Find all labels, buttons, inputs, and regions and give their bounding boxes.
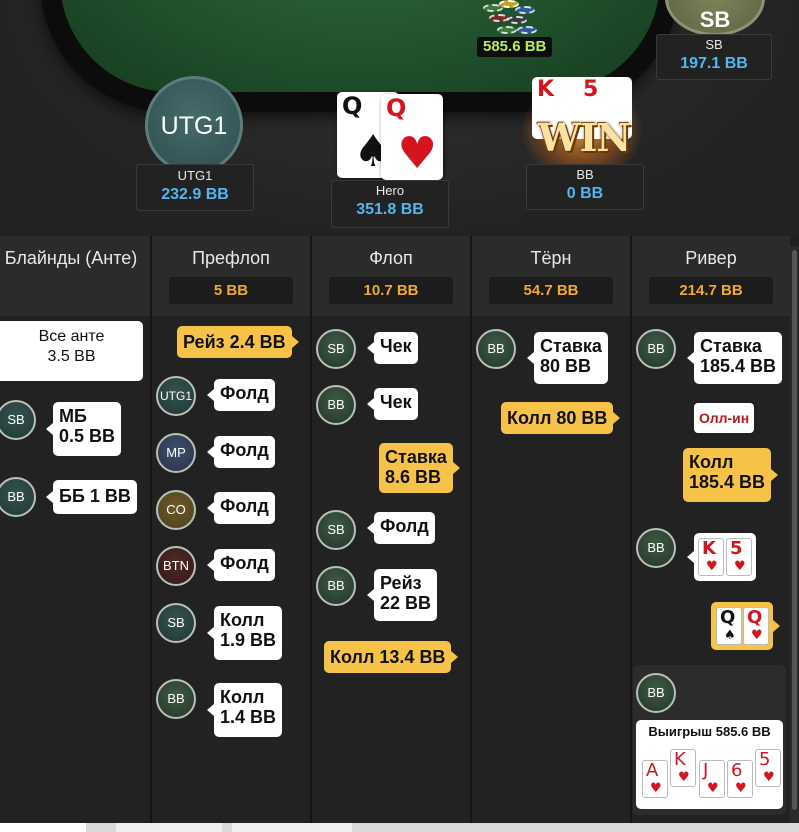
poker-table-area: 585.6 BB SB SB 197.1 BB UTG1 UTG1 232.9 …	[0, 0, 799, 235]
street-body	[0, 316, 150, 832]
action-sb-fold: Фолд	[367, 512, 435, 544]
position-badge-sb[interactable]: SB	[316, 329, 356, 369]
street-header: Блайнды (Анте)	[0, 236, 150, 316]
scrollbar-thumb[interactable]	[792, 250, 797, 810]
street-header: Ривер 214.7 BB	[632, 236, 790, 316]
street-title: Флоп	[369, 248, 413, 268]
seat-plate-utg1: UTG1 232.9 BB	[136, 164, 254, 211]
pot-total: 585.6 BB	[477, 37, 553, 57]
winnings-card: Выигрыш 585.6 BB A ♥ K ♥ J ♥ 6 ♥ 5 ♥	[636, 720, 783, 809]
hand-history-columns: Блайнды (Анте) Префлоп 5 BB Флоп 10.7 BB	[0, 236, 799, 832]
showdown-card: Q ♠	[716, 607, 742, 645]
position-badge-bb[interactable]: BB	[156, 679, 196, 719]
bb-showdown-cards: K ♥ 5 ♥	[687, 533, 756, 581]
position-badge-co[interactable]: CO	[156, 490, 196, 530]
seat-stack: 197.1 BB	[680, 55, 748, 72]
bottom-tab[interactable]	[0, 823, 86, 832]
position-badge-sb[interactable]: SB	[316, 510, 356, 550]
position-badge-bb[interactable]: BB	[476, 329, 516, 369]
hero-action-raise: Рейз 2.4 BB	[177, 326, 299, 358]
allin-badge: Олл-ин	[694, 403, 755, 433]
position-badge-bb[interactable]: BB	[636, 528, 676, 568]
position-badge-bb[interactable]: BB	[636, 673, 676, 713]
seat-plate-bb: BB 0 BB	[526, 164, 644, 210]
street-header: Флоп 10.7 BB	[312, 236, 470, 316]
hero-action-bet: Ставка 8.6 BB	[379, 443, 460, 493]
seat-avatar-utg1[interactable]: UTG1	[145, 76, 243, 174]
action-sb-check: Чек	[367, 332, 418, 364]
street-header: Префлоп 5 BB	[152, 236, 310, 316]
street-pot: 10.7 BB	[329, 277, 453, 304]
position-badge-bb[interactable]: BB	[316, 566, 356, 606]
hero-card-2: Q ♥	[381, 94, 443, 180]
street-title: Блайнды (Анте)	[4, 248, 138, 268]
board-card: K ♥	[670, 749, 696, 787]
seat-name: UTG1	[177, 168, 213, 183]
winnings-text: Выигрыш 585.6 BB	[648, 724, 771, 739]
action-bb-bet: Ставка 80 BB	[527, 332, 608, 384]
action-co-fold: Фолд	[207, 492, 275, 524]
street-pot: 54.7 BB	[489, 277, 613, 304]
ante-action: Все анте 3.5 BB	[0, 321, 143, 381]
seat-avatar-sb[interactable]: SB	[665, 0, 765, 36]
board-card: A ♥	[642, 760, 668, 798]
winner-panel: BB Выигрыш 585.6 BB A ♥ K ♥ J ♥ 6 ♥ 5 ♥	[633, 665, 786, 815]
action-bb-raise: Рейз 22 BB	[366, 569, 438, 621]
bottom-tab[interactable]	[116, 823, 222, 832]
win-badge: WIN	[537, 115, 631, 160]
board-card: 5 ♥	[755, 749, 781, 787]
street-column-turn: Тёрн 54.7 BB	[472, 236, 630, 832]
position-badge-bb[interactable]: BB	[316, 385, 356, 425]
street-pot: 214.7 BB	[649, 277, 773, 304]
hero-action-call: Колл 80 BB	[501, 402, 621, 434]
action-bb-bet: Ставка 185.4 BB	[686, 332, 783, 384]
street-header: Тёрн 54.7 BB	[472, 236, 630, 316]
action-btn-fold: Фолд	[207, 549, 275, 581]
action-sb-small-blind: МБ 0.5 BB	[45, 402, 122, 456]
street-title: Префлоп	[192, 248, 270, 268]
position-badge-mp[interactable]: MP	[156, 433, 196, 473]
position-badge-sb[interactable]: SB	[156, 603, 196, 643]
seat-plate-sb: SB 197.1 BB	[656, 34, 772, 80]
seat-stack: 232.9 BB	[161, 186, 229, 203]
board-card: 6 ♥	[727, 760, 753, 798]
showdown-card: 5 ♥	[726, 538, 752, 576]
action-bb-big-blind: ББ 1 BB	[46, 480, 137, 514]
seat-name: Hero	[375, 183, 405, 198]
action-mp-fold: Фолд	[207, 436, 275, 468]
seat-plate-hero: Hero 351.8 BB	[331, 180, 449, 228]
action-bb-check: Чек	[367, 388, 418, 420]
action-bb-call: Колл 1.4 BB	[206, 683, 283, 737]
seat-stack: 0 BB	[566, 185, 604, 202]
hero-showdown-cards: Q ♠ Q ♥	[711, 602, 780, 650]
pot-chips-icon	[481, 0, 541, 38]
action-sb-call: Колл 1.9 BB	[206, 606, 283, 660]
street-pot: 5 BB	[169, 277, 293, 304]
hero-action-call: Колл 185.4 BB	[683, 448, 779, 502]
seat-name: SB	[705, 37, 723, 52]
board-card: J ♥	[699, 760, 725, 798]
street-title: Ривер	[685, 248, 737, 268]
showdown-card: Q ♥	[743, 607, 769, 645]
position-badge-bb[interactable]: BB	[636, 329, 676, 369]
seat-stack: 351.8 BB	[356, 201, 424, 218]
bottom-tab[interactable]	[232, 823, 352, 832]
position-badge-utg1[interactable]: UTG1	[156, 376, 196, 416]
seat-name: BB	[576, 167, 594, 182]
street-body	[472, 316, 630, 832]
showdown-card: K ♥	[698, 538, 724, 576]
position-badge-btn[interactable]: BTN	[156, 546, 196, 586]
street-title: Тёрн	[530, 248, 572, 268]
hero-action-call: Колл 13.4 BB	[324, 641, 459, 673]
action-utg1-fold: Фолд	[207, 379, 275, 411]
